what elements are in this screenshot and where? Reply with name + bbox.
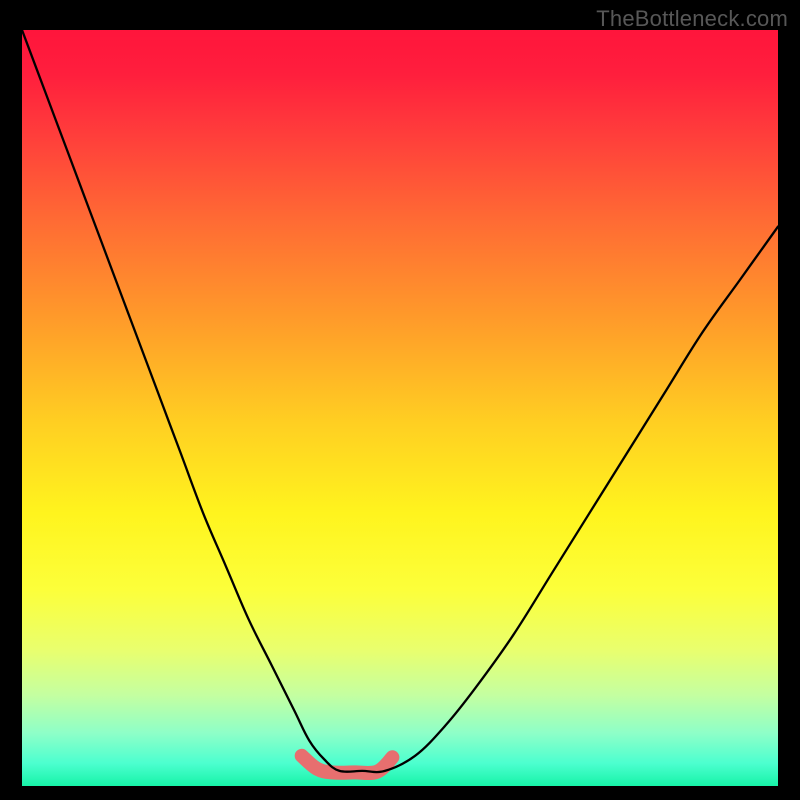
chart-svg	[22, 30, 778, 786]
plot-gradient-area	[22, 30, 778, 786]
bottleneck-curve-line	[22, 30, 778, 772]
chart-frame: { "watermark": "TheBottleneck.com", "col…	[0, 0, 800, 800]
watermark-text: TheBottleneck.com	[596, 6, 788, 32]
sweet-spot-highlight	[302, 756, 393, 773]
